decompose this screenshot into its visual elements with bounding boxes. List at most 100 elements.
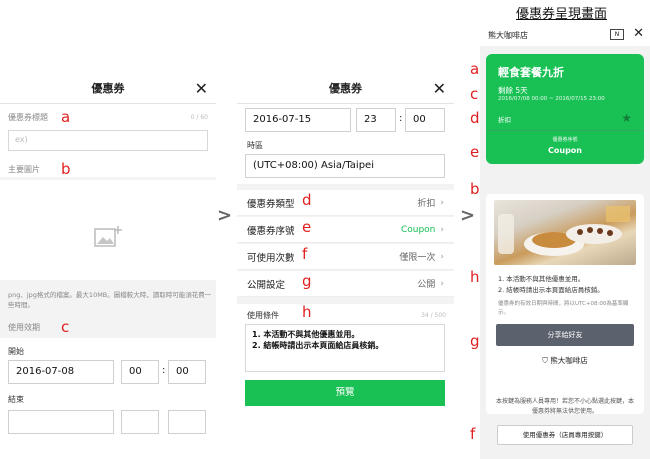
coupon-title-counter: 0 / 60 [190, 114, 208, 121]
conditions: 1. 本活動不與其他優惠並用。 2. 結帳時請出示本頁面給店員核銷。 [498, 274, 604, 296]
shop-link-label: 熊大咖啡店 [550, 356, 588, 365]
remaining-days: 剩餘 5天 [498, 86, 528, 95]
timezone-note: 優惠券的有效日期與時間，將以UTC+08:00為基準顯示。 [498, 301, 629, 316]
marker-b: b [61, 160, 71, 178]
marker-d: d [470, 109, 480, 127]
marker-h: h [470, 268, 480, 286]
food-photo-illustration [498, 206, 630, 256]
chevron-right-icon: › [440, 251, 444, 262]
close-icon[interactable]: ✕ [633, 26, 644, 41]
marker-b: b [470, 180, 480, 198]
chevron-right-icon: › [440, 224, 444, 235]
condition-2: 2. 結帳時請出示本頁面給店員核銷。 [498, 286, 604, 294]
end-minute-field[interactable]: 00 [405, 108, 445, 132]
terms-label: 使用條件 [247, 311, 279, 320]
timezone-select[interactable]: (UTC+08:00) Asia/Taipei [245, 154, 445, 178]
share-button[interactable]: 分享給好友 [496, 324, 634, 346]
row-label: 可使用次數 [247, 252, 295, 264]
coupon-photo [494, 200, 636, 265]
marker-f: f [302, 245, 308, 263]
validity-label: 使用效期 [8, 323, 40, 332]
marker-g: g [470, 332, 480, 350]
shield-icon: ⛉ [542, 356, 548, 365]
row-value: 折扣 [417, 199, 436, 209]
preview-button[interactable]: 預覽 [245, 380, 445, 406]
row-value: 公開 [417, 280, 436, 290]
marker-c: c [61, 318, 70, 336]
chevron-right-icon: › [440, 197, 444, 208]
close-icon[interactable]: ✕ [433, 79, 446, 98]
coupon-title: 輕食套餐九折 [498, 66, 564, 79]
coupon-preview-panel: 熊大咖啡店 N ✕ 輕食套餐九折 剩餘 5天 2016/07/08 00:00 … [480, 24, 650, 459]
end-label: 結束 [8, 395, 24, 404]
coupon-title-input[interactable]: ex) [8, 130, 208, 151]
marker-e: e [470, 143, 480, 161]
time-separator: : [162, 365, 166, 376]
next-arrow-2: > [460, 205, 476, 226]
shop-name: 熊大咖啡店 [488, 30, 528, 40]
coupon-title-section: 優惠券標題 0 / 60 ex) 主要圖片 [0, 104, 216, 177]
panel-1-title: 優惠券 [91, 81, 125, 95]
coupon-editor-panel-1: 優惠券 ✕ 優惠券標題 0 / 60 ex) 主要圖片 png、jpg格式的檔案… [0, 72, 216, 459]
validity-section: 開始 2016-07-08 00 : 00 結束 [0, 338, 216, 459]
use-coupon-button[interactable]: 使用優惠券（店員專用按鍵） [497, 425, 633, 445]
coupon-editor-panel-2: 優惠券 ✕ 2016-07-15 23 : 00 時區 (UTC+08:00) … [237, 72, 454, 412]
public-setting-row[interactable]: 公開設定 公開 › [237, 271, 454, 297]
preview-header: 熊大咖啡店 N ✕ [480, 24, 650, 46]
end-date-field[interactable] [8, 410, 114, 434]
expand-icon[interactable]: N [610, 29, 624, 40]
coupon-detail-card: 1. 本活動不與其他優惠並用。 2. 結帳時請出示本頁面給店員核銷。 優惠券的有… [486, 194, 644, 414]
image-format-note: png、jpg格式的檔案。最大10MB。圖檔較大時，讀取時可能須花費一些時間。 [8, 291, 212, 309]
start-label: 開始 [8, 347, 24, 356]
coupon-card: 輕食套餐九折 剩餘 5天 2016/07/08 00:00 ~ 2016/07/… [486, 54, 644, 164]
canvas: 優惠券呈現畫面 優惠券 ✕ 優惠券標題 0 / 60 ex) 主要圖片 png、… [0, 0, 650, 459]
coupon-type-row[interactable]: 優惠券類型 折扣 › [237, 190, 454, 216]
end-date-field[interactable]: 2016-07-15 [245, 108, 351, 132]
row-label: 公開設定 [247, 279, 286, 291]
timezone-label: 時區 [247, 141, 263, 150]
start-hour-field[interactable]: 00 [121, 360, 159, 384]
marker-a: a [470, 60, 480, 78]
date-range: 2016/07/08 00:00 ~ 2016/07/15 23:00 [498, 96, 605, 102]
next-arrow-1: > [217, 205, 233, 226]
marker-d: d [302, 191, 312, 209]
marker-e: e [302, 218, 312, 236]
marker-c: c [470, 85, 479, 103]
chevron-right-icon: › [440, 278, 444, 289]
row-value: Coupon [400, 224, 436, 235]
terms-textarea[interactable]: 1. 本活動不與其他優惠並用。 2. 結帳時請出示本頁面給店員核銷。 [245, 324, 445, 372]
serial-label: 優惠券序號 [552, 137, 578, 143]
image-upload-area[interactable] [0, 180, 216, 280]
row-label: 優惠券序號 [247, 225, 295, 237]
end-hour-field[interactable] [121, 410, 159, 434]
shop-link[interactable]: ⛉ 熊大咖啡店 [486, 355, 644, 366]
close-icon[interactable]: ✕ [195, 79, 208, 98]
terms-section: 使用條件 34 / 500 1. 本活動不與其他優惠並用。 2. 結帳時請出示本… [237, 304, 454, 412]
end-time-section: 2016-07-15 23 : 00 時區 (UTC+08:00) Asia/T… [237, 104, 454, 184]
marker-h: h [302, 303, 312, 321]
panel-1-header: 優惠券 ✕ [0, 72, 216, 104]
serial-value: Coupon [548, 146, 582, 155]
marker-g: g [302, 272, 312, 290]
start-date-field[interactable]: 2016-07-08 [8, 360, 114, 384]
coupon-title-label: 優惠券標題 [8, 113, 48, 122]
divider [486, 130, 644, 131]
page-title: 優惠券呈現畫面 [516, 7, 608, 22]
main-image-label: 主要圖片 [8, 165, 40, 174]
panel-2-title: 優惠券 [329, 81, 362, 95]
time-separator: : [399, 113, 403, 124]
marker-a: a [61, 108, 71, 126]
usage-count-row[interactable]: 可使用次數 僅限一次 › [237, 244, 454, 270]
row-value: 僅限一次 [399, 253, 436, 263]
terms-line-1: 1. 本活動不與其他優惠並用。 [252, 330, 360, 339]
start-minute-field[interactable]: 00 [168, 360, 206, 384]
star-icon[interactable]: ★ [621, 111, 632, 125]
staff-disclaimer: 本按鍵為服務人員專用！若您不小心點選此按鍵，本優惠券將無法供您使用。 [495, 398, 634, 415]
end-hour-field[interactable]: 23 [356, 108, 396, 132]
marker-f: f [470, 425, 476, 443]
terms-counter: 34 / 500 [421, 312, 446, 319]
add-image-icon [94, 226, 122, 247]
coupon-type: 折扣 [498, 116, 511, 124]
end-minute-field[interactable] [168, 410, 206, 434]
coupon-serial-row[interactable]: 優惠券序號 Coupon › [237, 217, 454, 243]
